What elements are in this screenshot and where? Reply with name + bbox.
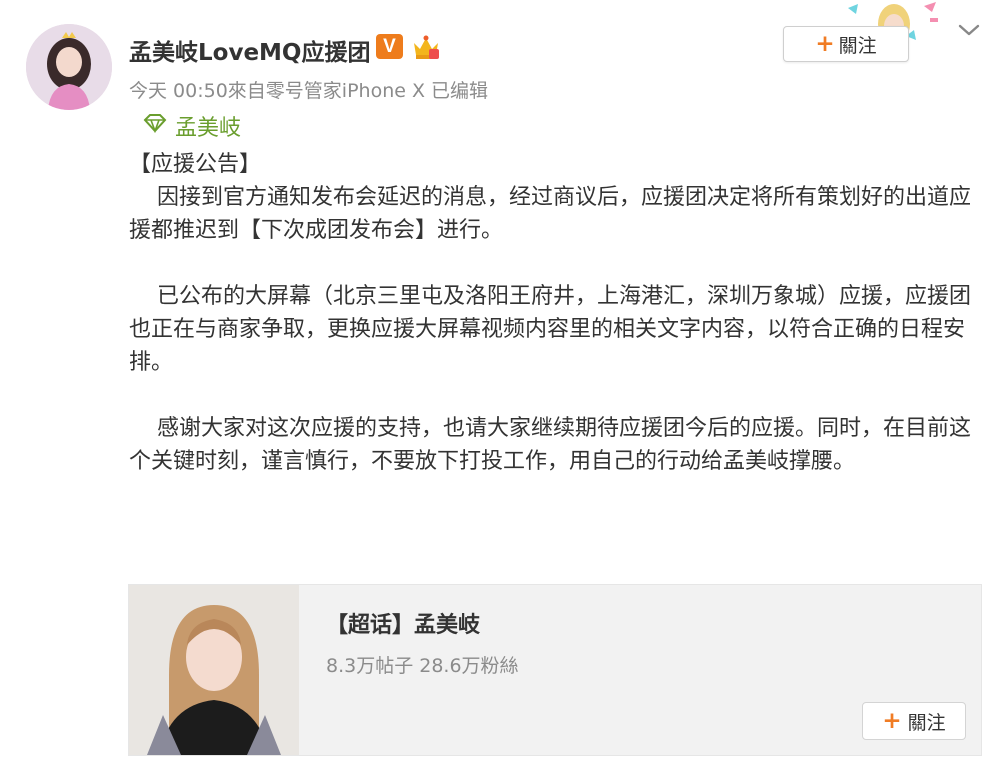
follow-button[interactable]: + 關注 — [783, 26, 909, 62]
card-follow-button[interactable]: + 關注 — [862, 702, 966, 740]
paragraph-2: 已公布的大屏幕（北京三里屯及洛阳王府井，上海港汇，深圳万象城）应援，应援团也正在… — [129, 284, 971, 375]
super-topic-diamond-icon — [143, 113, 167, 139]
super-topic-card[interactable]: 【超话】孟美岐 8.3万帖子 28.6万粉絲 + 關注 — [128, 584, 982, 756]
super-topic-link[interactable]: 孟美岐 — [143, 110, 241, 142]
super-topic-label: 孟美岐 — [175, 116, 242, 141]
announcement-title: 【应援公告】 — [129, 152, 262, 177]
paragraph-3: 感谢大家对这次应援的支持，也请大家继续期待应援团今后的应援。同时，在目前这个关键… — [129, 416, 971, 474]
plus-icon: + — [815, 30, 835, 57]
crown-icon — [411, 33, 441, 61]
post-meta: 今天 00:50來自零号管家iPhone X 已编辑 — [129, 80, 489, 102]
card-photo — [129, 585, 299, 755]
chevron-down-icon[interactable] — [958, 22, 980, 38]
plus-icon: + — [882, 707, 902, 734]
card-stats: 8.3万帖子 28.6万粉絲 — [326, 655, 519, 677]
card-title[interactable]: 【超话】孟美岐 — [326, 607, 480, 639]
card-follow-label: 關注 — [907, 711, 946, 734]
paragraph-1: 因接到官方通知发布会延迟的消息，经过商议后，应援团决定将所有策划好的出道应援都推… — [129, 185, 971, 243]
user-avatar[interactable] — [26, 24, 112, 110]
follow-label: 關注 — [838, 34, 877, 57]
post-content: 【应援公告】 因接到官方通知发布会延迟的消息，经过商议后，应援团决定将所有策划好… — [129, 148, 979, 478]
username[interactable]: 孟美岐LoveMQ应援团 — [129, 33, 371, 67]
verified-badge: V — [376, 34, 403, 59]
